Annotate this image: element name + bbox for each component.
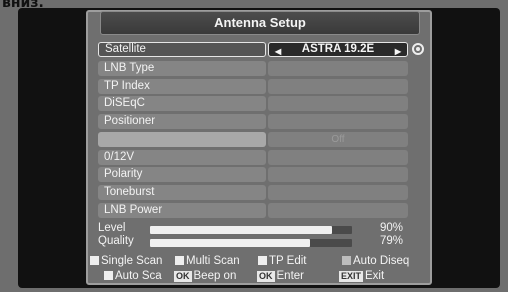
row-positioner[interactable]: Positioner [98, 114, 408, 129]
auto-scan-hint[interactable]: Auto Sca [104, 270, 162, 282]
ok-key-icon: OK [257, 271, 275, 282]
quality-label: Quality [98, 235, 134, 247]
exit-hint[interactable]: EXIT Exit [339, 270, 384, 282]
satellite-value: ASTRA 19.2E [301, 43, 375, 55]
satellite-selector[interactable]: ◀ ASTRA 19.2E ▶ [268, 42, 408, 57]
level-bar-fill [150, 226, 332, 234]
row-label: 0/12V [98, 150, 266, 165]
white-key-icon [90, 256, 99, 265]
arrow-left-icon[interactable]: ◀ [275, 45, 281, 58]
quality-percent: 79% [380, 235, 404, 247]
row-diseqc[interactable]: DiSEqC [98, 96, 408, 111]
row-polarity[interactable]: Polarity [98, 167, 408, 182]
level-label: Level [98, 222, 126, 234]
multi-scan-hint[interactable]: Multi Scan [175, 255, 240, 267]
tp-edit-hint[interactable]: TP Edit [258, 255, 307, 267]
level-percent: 90% [380, 222, 404, 234]
row-value[interactable] [268, 185, 408, 200]
level-bar [150, 226, 352, 234]
quality-bar-fill [150, 239, 310, 247]
beep-hint[interactable]: OK Beep on [174, 270, 236, 282]
row-value[interactable] [268, 167, 408, 182]
row-value[interactable] [268, 203, 408, 218]
ok-key-icon: OK [174, 271, 192, 282]
row-toneburst[interactable]: Toneburst [98, 185, 408, 200]
row-label: Polarity [98, 167, 266, 182]
row-value[interactable] [268, 150, 408, 165]
enter-hint[interactable]: OK Enter [257, 270, 304, 282]
gray-key-icon [342, 256, 351, 265]
white-key-icon [175, 256, 184, 265]
row-label: Positioner [98, 114, 266, 129]
single-scan-hint[interactable]: Single Scan [90, 255, 162, 267]
row-label: TP Index [98, 79, 266, 94]
arrow-right-icon[interactable]: ▶ [395, 45, 401, 58]
row-value[interactable] [268, 79, 408, 94]
white-key-icon [104, 271, 113, 280]
row-lnb-type[interactable]: LNB Type [98, 61, 408, 76]
row-label [98, 132, 266, 147]
row-value[interactable] [268, 61, 408, 76]
row-label: LNB Power [98, 203, 266, 218]
row-value[interactable]: Off [268, 132, 408, 147]
target-ring-icon [412, 43, 424, 55]
exit-key-icon: EXIT [339, 271, 364, 282]
row-lnb-power[interactable]: LNB Power [98, 203, 408, 218]
row-label: Toneburst [98, 185, 266, 200]
row-satellite[interactable]: Satellite ◀ ASTRA 19.2E ▶ [98, 42, 408, 57]
row-value[interactable] [268, 96, 408, 111]
row-label: DiSEqC [98, 96, 266, 111]
menu-title: Antenna Setup [100, 11, 420, 35]
row-label: Satellite [98, 42, 266, 57]
row-0-12v[interactable]: 0/12V [98, 150, 408, 165]
row-value[interactable] [268, 114, 408, 129]
auto-diseq-hint[interactable]: Auto Diseq [342, 255, 409, 267]
row-blank[interactable]: Off [98, 132, 408, 147]
white-key-icon [258, 256, 267, 265]
quality-bar [150, 239, 352, 247]
row-tp-index[interactable]: TP Index [98, 79, 408, 94]
row-label: LNB Type [98, 61, 266, 76]
